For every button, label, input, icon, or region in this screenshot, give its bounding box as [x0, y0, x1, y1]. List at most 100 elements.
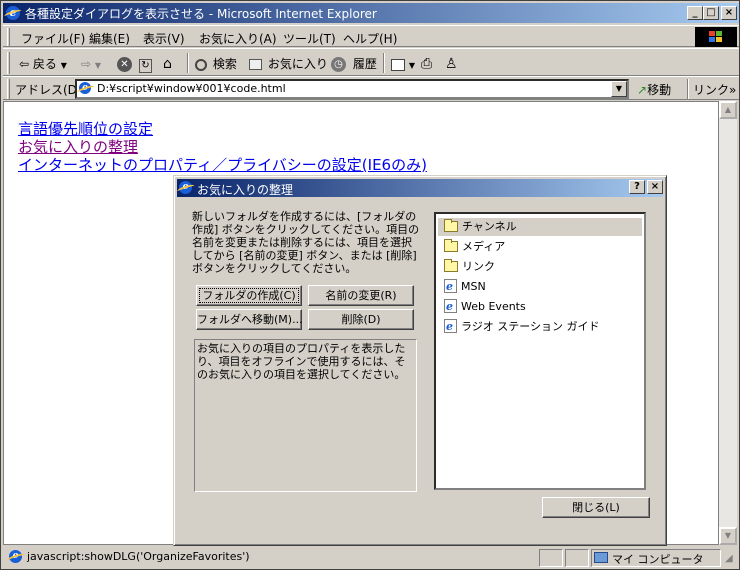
go-label: 移動 — [647, 83, 672, 97]
history-label: 履歴 — [352, 57, 377, 71]
address-grip — [7, 79, 10, 99]
url-icon — [444, 278, 457, 296]
status-ie-icon: e — [9, 550, 22, 563]
search-button[interactable]: 検索 — [195, 53, 237, 75]
links-button[interactable]: リンク» — [693, 81, 736, 98]
forward-dropdown-icon[interactable]: ▼ — [95, 61, 101, 70]
address-dropdown-icon[interactable]: ▼ — [611, 81, 627, 97]
menu-edit[interactable]: 編集(E) — [89, 30, 130, 47]
menu-view[interactable]: 表示(V) — [143, 30, 185, 47]
favorites-label: お気に入り — [267, 57, 328, 71]
mail-icon — [391, 58, 405, 71]
toolbar-separator — [383, 53, 385, 73]
mail-dropdown-icon[interactable]: ▼ — [409, 61, 415, 70]
go-button[interactable]: ↗移動 — [637, 81, 671, 98]
toolbar-grip — [7, 52, 10, 74]
list-item-label: チャンネル — [462, 220, 517, 233]
menu-file[interactable]: ファイル(F) — [21, 30, 85, 47]
forward-arrow-icon: ⇨ — [81, 57, 92, 71]
links-separator — [687, 79, 689, 99]
folder-icon — [444, 238, 458, 252]
window-title: 各種設定ダイアログを表示させる - Microsoft Internet Exp… — [25, 7, 377, 21]
browser-window: e 各種設定ダイアログを表示させる - Microsoft Internet E… — [0, 0, 740, 570]
dialog-ie-icon: e — [179, 181, 192, 194]
stop-icon: ✕ — [117, 57, 132, 72]
address-bar: アドレス(D) e D:¥script¥window¥001¥code.html… — [3, 76, 739, 100]
search-icon — [195, 58, 207, 71]
messenger-button[interactable]: ♙ — [445, 53, 458, 75]
title-bar[interactable]: e 各種設定ダイアログを表示させる - Microsoft Internet E… — [3, 3, 739, 23]
dialog-title-bar[interactable]: e お気に入りの整理 ? × — [177, 179, 663, 197]
organize-favorites-dialog: e お気に入りの整理 ? × 新しいフォルダを作成するには、[フォルダの作成] … — [173, 175, 667, 546]
folder-icon — [444, 258, 458, 272]
scroll-up-icon[interactable]: ▲ — [719, 101, 737, 119]
messenger-person-icon: ♙ — [445, 56, 458, 72]
menu-grip — [7, 28, 10, 46]
list-item-label: Web Events — [461, 300, 526, 313]
back-arrow-icon: ⇦ — [19, 57, 30, 71]
history-button[interactable]: ◷ 履歴 — [331, 53, 377, 75]
standard-toolbar: ⇦ 戻る ▼ ⇨ ▼ ✕ ↻ ⌂ 検索 お気に入り ◷ 履歴 ▼ ⎙ ♙ — [3, 48, 739, 76]
list-item[interactable]: MSN — [444, 278, 644, 296]
menu-favorites[interactable]: お気に入り(A) — [199, 30, 277, 47]
resize-grip-icon[interactable]: ◢ — [725, 553, 733, 564]
folder-icon — [444, 218, 458, 232]
favorites-button[interactable]: お気に入り — [249, 53, 328, 75]
list-item-label: MSN — [461, 280, 486, 293]
status-panel-progress — [539, 549, 563, 567]
toolbar-separator — [187, 53, 189, 73]
menu-bar: ファイル(F) 編集(E) 表示(V) お気に入り(A) ツール(T) ヘルプ(… — [3, 25, 739, 47]
forward-button[interactable]: ⇨ ▼ — [81, 53, 101, 75]
status-zone-panel: マイ コンピュータ — [591, 549, 721, 567]
status-zone-label: マイ コンピュータ — [612, 553, 704, 566]
status-bar: e javascript:showDLG('OrganizeFavorites'… — [3, 547, 739, 569]
delete-button[interactable]: 削除(D) — [308, 309, 414, 330]
maximize-button[interactable]: □ — [703, 6, 719, 20]
scroll-down-icon[interactable]: ▼ — [719, 527, 737, 545]
menu-tools[interactable]: ツール(T) — [283, 30, 336, 47]
windows-logo-icon — [695, 27, 737, 47]
page-icon: e — [79, 82, 91, 94]
refresh-button[interactable]: ↻ — [139, 53, 152, 75]
chevron-right-icon: » — [729, 83, 737, 97]
link-internet-properties[interactable]: インターネットのプロパティ／プライバシーの設定(IE6のみ) — [18, 154, 427, 175]
dialog-close-action-button[interactable]: 閉じる(L) — [542, 497, 650, 518]
list-item[interactable]: チャンネル — [438, 218, 642, 236]
list-item[interactable]: ラジオ ステーション ガイド — [444, 318, 644, 336]
vertical-scrollbar[interactable]: ▲ ▼ — [719, 101, 737, 545]
list-item[interactable]: Web Events — [444, 298, 644, 316]
mail-button[interactable]: ▼ — [391, 53, 415, 75]
dialog-title: お気に入りの整理 — [197, 183, 294, 197]
create-folder-button[interactable]: フォルダの作成(C) — [196, 285, 302, 306]
search-label: 検索 — [212, 57, 237, 71]
dialog-close-button[interactable]: × — [647, 180, 663, 194]
item-info-panel: お気に入りの項目のプロパティを表示したり、項目をオフラインで使用するには、そのお… — [194, 339, 417, 492]
back-button[interactable]: ⇦ 戻る ▼ — [19, 53, 67, 75]
address-value: D:¥script¥window¥001¥code.html — [97, 82, 286, 95]
menu-help[interactable]: ヘルプ(H) — [343, 30, 397, 47]
home-button[interactable]: ⌂ — [163, 53, 172, 75]
move-to-folder-button[interactable]: フォルダへ移動(M)... — [196, 309, 303, 330]
refresh-icon: ↻ — [139, 59, 152, 73]
minimize-button[interactable]: _ — [687, 6, 703, 20]
rename-button[interactable]: 名前の変更(R) — [308, 285, 414, 306]
favorites-folder-icon — [249, 59, 262, 70]
ie-logo-icon: e — [6, 6, 20, 20]
links-label: リンク — [693, 83, 730, 97]
back-dropdown-icon[interactable]: ▼ — [61, 61, 67, 70]
favorites-list[interactable]: チャンネル メディア リンク MSN Web Events ラジオ ステーション… — [434, 212, 646, 490]
close-button[interactable]: × — [721, 6, 737, 20]
address-label: アドレス(D) — [15, 83, 82, 97]
back-label: 戻る — [32, 57, 57, 71]
list-item[interactable]: メディア — [444, 238, 644, 256]
list-item[interactable]: リンク — [444, 258, 644, 276]
list-item-label: ラジオ ステーション ガイド — [461, 320, 600, 333]
history-icon: ◷ — [331, 57, 346, 72]
print-button[interactable]: ⎙ — [421, 53, 432, 75]
printer-icon: ⎙ — [421, 56, 433, 72]
stop-button[interactable]: ✕ — [117, 53, 135, 75]
dialog-help-button[interactable]: ? — [629, 180, 645, 194]
status-panel-lock — [565, 549, 589, 567]
address-input[interactable]: e D:¥script¥window¥001¥code.html ▼ — [75, 79, 629, 99]
url-icon — [444, 318, 457, 336]
